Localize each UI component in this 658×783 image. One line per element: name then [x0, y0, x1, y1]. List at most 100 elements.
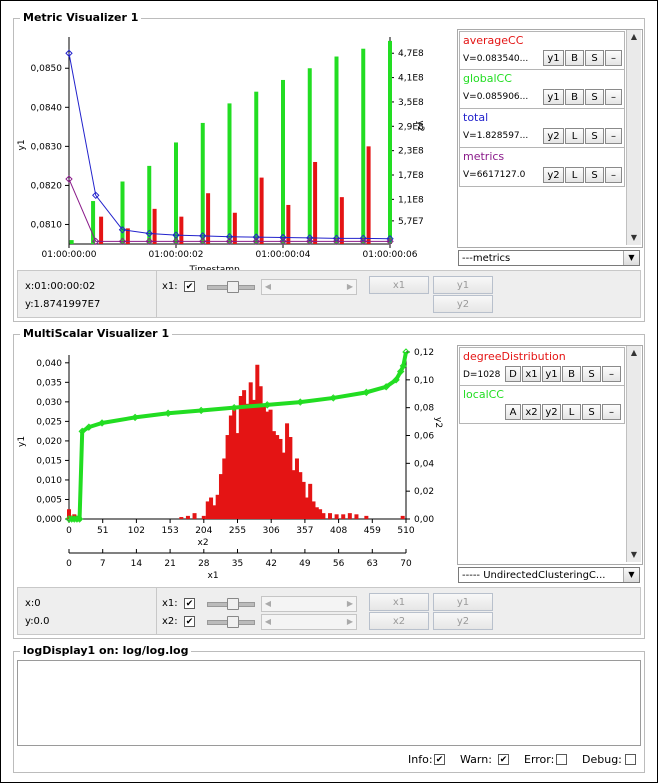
- series-value-averagecc: V=0.083540...: [463, 54, 529, 64]
- x2-slider-thumb[interactable]: [227, 616, 239, 628]
- sort-button[interactable]: S: [585, 89, 604, 105]
- series-entry-degreedistribution[interactable]: degreeDistribution D=1028 D x1 y1 B S –: [459, 347, 625, 386]
- chevron-down-icon[interactable]: ▼: [623, 251, 639, 265]
- mode-button[interactable]: L: [562, 404, 581, 420]
- mode-button[interactable]: L: [565, 128, 584, 144]
- remove-button[interactable]: –: [605, 50, 622, 66]
- x-axis-button[interactable]: x1: [522, 366, 541, 382]
- remove-button[interactable]: –: [605, 89, 622, 105]
- scroll-left-icon[interactable]: ◀: [262, 597, 274, 611]
- remove-button[interactable]: –: [605, 128, 622, 144]
- axis-button[interactable]: y2: [543, 128, 564, 144]
- x1-checkbox[interactable]: ✔: [184, 598, 195, 609]
- y-readout: y:1.8741997E7: [25, 299, 101, 310]
- error-checkbox[interactable]: [556, 754, 567, 765]
- multiscalar-selector-dropdown[interactable]: ----- UndirectedClusteringC... ▼: [458, 567, 640, 583]
- x1-slider-thumb[interactable]: [227, 281, 239, 293]
- x2-label: x2:: [162, 616, 178, 627]
- mode-button[interactable]: B: [562, 366, 581, 382]
- metric-visualizer-panel: Metric Visualizer 1 0,0850 0,0840 0,0830 0,…: [13, 11, 645, 322]
- scroll-down-icon[interactable]: ▼: [627, 548, 641, 562]
- x1-scrollbar[interactable]: ◀ ▶: [261, 279, 357, 295]
- chevron-down-icon[interactable]: ▼: [623, 568, 639, 582]
- x1-tick-label: 56: [333, 559, 345, 569]
- x1-checkbox[interactable]: ✔: [184, 281, 195, 292]
- scroll-up-icon[interactable]: ▲: [627, 30, 641, 44]
- y2-axis-label: y2: [433, 417, 443, 428]
- scroll-right-icon[interactable]: ▶: [344, 615, 356, 629]
- scroll-up-icon[interactable]: ▲: [627, 346, 641, 360]
- y-axis-button[interactable]: y1: [542, 366, 561, 382]
- metric-control-strip: x:01:00:00:02 y:1.8741997E7 x1: ✔ ◀ ▶ x1…: [17, 270, 641, 318]
- scroll-left-icon[interactable]: ◀: [262, 280, 274, 294]
- y1-button[interactable]: y1: [433, 276, 493, 294]
- y1-button[interactable]: y1: [433, 593, 493, 611]
- bar-degreeDistribution: [347, 513, 352, 519]
- series-entry-averagecc[interactable]: averageCC V=0.083540... y1 B S –: [459, 31, 625, 70]
- info-checkbox[interactable]: ✔: [434, 754, 445, 765]
- y2-tick-label: 1,1E8: [398, 195, 424, 205]
- bar-globalCC: [200, 122, 205, 244]
- y2-tick-label: 0,12: [414, 348, 434, 358]
- y1-tick-label: 0,0830: [31, 142, 63, 152]
- remove-button[interactable]: –: [602, 366, 621, 382]
- sort-button[interactable]: S: [582, 366, 601, 382]
- remove-button[interactable]: –: [602, 404, 621, 420]
- debug-checkbox[interactable]: [625, 754, 636, 765]
- remove-button[interactable]: –: [605, 167, 622, 183]
- scroll-left-icon[interactable]: ◀: [262, 615, 274, 629]
- x2-button[interactable]: x2: [369, 612, 429, 630]
- scroll-right-icon[interactable]: ▶: [344, 280, 356, 294]
- y2-button[interactable]: y2: [433, 295, 493, 313]
- series-entry-localcc[interactable]: localCC A x2 y2 L S –: [459, 385, 625, 424]
- series-entry-total[interactable]: total V=1.828597... y2 L S –: [459, 108, 625, 148]
- scroll-down-icon[interactable]: ▼: [627, 231, 641, 245]
- bar-averageCC: [339, 197, 344, 244]
- axis-button[interactable]: y1: [543, 89, 564, 105]
- sort-button[interactable]: S: [585, 50, 604, 66]
- sort-button[interactable]: S: [585, 167, 604, 183]
- metric-selector-dropdown[interactable]: ---metrics ▼: [458, 250, 640, 266]
- scroll-right-icon[interactable]: ▶: [344, 597, 356, 611]
- warn-label: Warn:: [460, 753, 492, 766]
- bar-globalCC: [361, 48, 366, 244]
- y2-tick-label: 0,00: [414, 515, 434, 525]
- y2-axis-label: y2: [415, 121, 425, 132]
- y2-button[interactable]: y2: [433, 612, 493, 630]
- log-text-area[interactable]: [17, 660, 641, 746]
- mode-button[interactable]: B: [565, 89, 584, 105]
- series-entry-metrics[interactable]: metrics V=6617127.0 y2 L S –: [459, 147, 625, 187]
- y-axis-button[interactable]: y2: [542, 404, 561, 420]
- x1-button[interactable]: x1: [369, 593, 429, 611]
- series-list-scrollbar[interactable]: ▲ ▼: [626, 30, 641, 245]
- bar-degreeDistribution: [179, 517, 184, 519]
- axis-button[interactable]: y1: [543, 50, 564, 66]
- x2-tick-label: 204: [195, 526, 212, 536]
- x2-tick-label: 357: [296, 526, 313, 536]
- y2-tick-label: 0,08: [414, 404, 434, 414]
- mode-button[interactable]: B: [565, 50, 584, 66]
- multiscalar-selector-value: ----- UndirectedClusteringC...: [462, 570, 606, 581]
- x1-slider-thumb[interactable]: [227, 598, 239, 610]
- multiscalar-list-scrollbar[interactable]: ▲ ▼: [626, 346, 641, 562]
- x1-axis-label: x1: [208, 571, 219, 581]
- x1-scrollbar[interactable]: ◀ ▶: [261, 596, 357, 612]
- distribution-button[interactable]: D: [505, 366, 521, 382]
- bar-globalCC: [174, 142, 178, 244]
- sort-button[interactable]: S: [582, 404, 601, 420]
- aggregate-button[interactable]: A: [505, 404, 521, 420]
- x2-scrollbar[interactable]: ◀ ▶: [261, 614, 357, 630]
- x-axis-button[interactable]: x2: [522, 404, 541, 420]
- series-entry-globalcc[interactable]: globalCC V=0.085906... y1 B S –: [459, 69, 625, 109]
- metric-chart[interactable]: 0,0850 0,0840 0,0830 0,0820 0,0810 4,7E8 4,1E8…: [14, 23, 459, 281]
- x-tick-label: 01:00:00:00: [42, 250, 97, 260]
- y2-tick-label: 0,06: [414, 432, 434, 442]
- multiscalar-chart[interactable]: 0,0400,0350,0300,0250,0200,0150,0100,005…: [14, 341, 459, 599]
- warn-checkbox[interactable]: ✔: [498, 754, 509, 765]
- sort-button[interactable]: S: [585, 128, 604, 144]
- y2-tick-label: 4,1E8: [398, 74, 424, 84]
- x1-button[interactable]: x1: [369, 276, 429, 294]
- x2-checkbox[interactable]: ✔: [184, 616, 195, 627]
- axis-button[interactable]: y2: [543, 167, 564, 183]
- mode-button[interactable]: L: [565, 167, 584, 183]
